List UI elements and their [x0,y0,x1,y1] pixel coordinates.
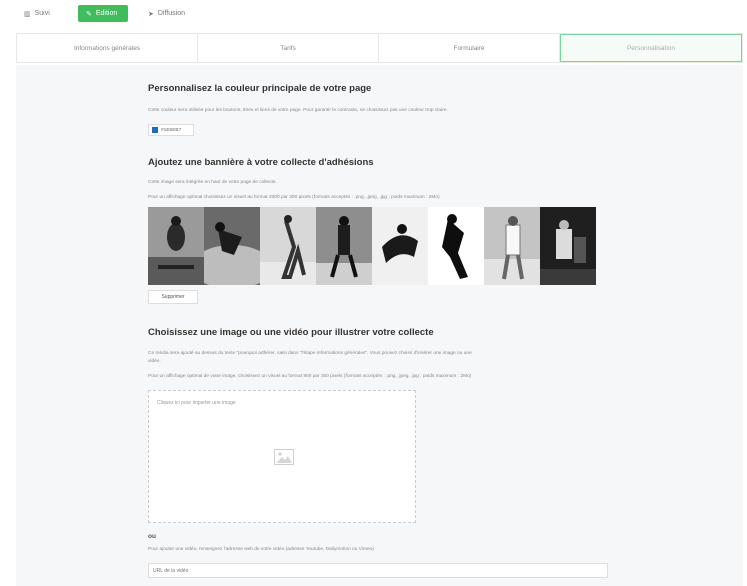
video-hint: Pour ajouter une vidéo, renseignez l'adr… [148,547,374,552]
image-placeholder-icon [274,449,294,465]
image-upload-dropzone[interactable]: Cliquez ici pour importer une image [148,390,416,523]
upload-prompt: Cliquez ici pour importer une image [157,400,236,406]
banner-section-description: Cette image sera intégrée en haut de vot… [148,180,277,185]
nav-edition-label: Edition [95,10,118,17]
video-url-input[interactable] [148,563,608,578]
banner-photo-5 [372,207,428,285]
delete-banner-button[interactable]: Supprimer [148,290,198,304]
media-section-description: Ce média sera ajouté au dessus du texte … [148,351,472,356]
step-tabs: Informations générales Tarifs Formulaire… [16,33,743,63]
banner-photo-2 [204,207,260,285]
banner-photo-6 [428,207,484,285]
banner-section-title: Ajoutez une bannière à votre collecte d'… [148,157,374,168]
media-section-hint: Pour un affichage optimal de votre image… [148,374,472,379]
tab-tarifs[interactable]: Tarifs [198,34,379,62]
media-section-description-2: vidéo. [148,359,161,364]
nav-edition[interactable]: ✎ Edition [78,5,128,22]
pencil-icon: ✎ [86,10,92,18]
nav-suivi-label: Suivi [34,10,50,17]
banner-photo-8 [540,207,596,285]
banner-photo-1 [148,207,204,285]
color-section-description: Cette couleur sera utilisée pour les bou… [148,108,448,113]
banner-section-hint: Pour un affichage optimal choisissez un … [148,195,440,200]
send-icon: ➤ [148,10,154,18]
chart-icon: ▥ [24,10,31,18]
media-section-title: Choisissez une image ou une vidéo pour i… [148,327,434,338]
color-section-title: Personnalisez la couleur principale de v… [148,83,372,94]
nav-suivi[interactable]: ▥ Suivi [24,5,50,22]
top-nav: ▥ Suivi ✎ Edition ➤ Diffusion [0,0,747,28]
or-label: ou [148,533,156,540]
nav-diffusion-label: Diffusion [157,10,185,17]
color-value: #1E6EB7 [161,127,182,133]
banner-photo-7 [484,207,540,285]
nav-diffusion[interactable]: ➤ Diffusion [148,5,185,22]
banner-image [148,207,596,285]
banner-photo-3 [260,207,316,285]
color-swatch [152,127,158,133]
tab-formulaire[interactable]: Formulaire [379,34,560,62]
tab-personnalisation[interactable]: Personnalisation [560,34,742,62]
color-picker[interactable]: #1E6EB7 [148,124,194,136]
banner-photo-4 [316,207,372,285]
tab-informations-generales[interactable]: Informations générales [17,34,198,62]
